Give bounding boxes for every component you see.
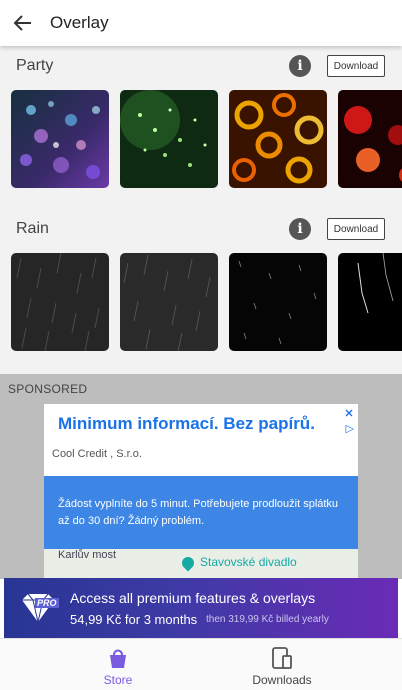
promo-title: Access all premium features & overlays — [70, 590, 316, 606]
devices-icon — [272, 647, 292, 669]
download-button[interactable]: Download — [327, 55, 385, 77]
nav-downloads[interactable]: Downloads — [222, 639, 342, 690]
ad-advertiser: Cool Credit , S.r.o. — [52, 448, 142, 460]
info-icon[interactable]: i — [289, 55, 311, 77]
overlay-thumbnail[interactable] — [338, 90, 402, 188]
overlay-thumbnail[interactable] — [229, 90, 327, 188]
arrow-left-icon — [13, 15, 31, 31]
nav-downloads-label: Downloads — [252, 673, 312, 687]
sponsored-section: SPONSORED Minimum informací. Bez papírů.… — [0, 374, 402, 579]
ad-body-text: Žádost vyplníte do 5 minut. Potřebujete … — [58, 498, 339, 527]
section-title: Rain — [16, 220, 49, 237]
nav-store[interactable]: Store — [58, 639, 178, 690]
back-button[interactable] — [0, 0, 46, 46]
download-button[interactable]: Download — [327, 218, 385, 240]
promo-then: then 319,99 Kč billed yearly — [206, 614, 329, 625]
promo-price: 54,99 Kč for 3 months — [70, 612, 198, 627]
section-header-rain: Rain i Download — [0, 211, 402, 247]
ad-banner[interactable]: Minimum informací. Bez papírů. ▷ Cool Cr… — [44, 404, 358, 579]
ad-choices-icon[interactable]: ▷ — [346, 422, 354, 435]
section-title: Party — [16, 57, 54, 74]
overlay-thumbnail[interactable] — [229, 253, 327, 351]
map-pin-icon — [179, 554, 197, 572]
overlay-thumbnail[interactable] — [11, 253, 109, 351]
map-label: Stavovské divadlo — [200, 555, 297, 569]
overlay-list: Party i Download Rain i Download — [0, 46, 402, 374]
sponsored-label: SPONSORED — [8, 382, 88, 396]
nav-store-label: Store — [103, 673, 133, 687]
overlay-thumbnail[interactable] — [338, 253, 402, 351]
app-bar: Overlay — [0, 0, 402, 46]
ad-title[interactable]: Minimum informací. Bez papírů. — [58, 414, 315, 434]
pro-badge: PRO — [35, 598, 59, 608]
overlay-thumbnail[interactable] — [120, 253, 218, 351]
premium-banner[interactable]: PRO Access all premium features & overla… — [4, 578, 398, 638]
bottom-navigation: Store Downloads — [0, 638, 402, 690]
page-title: Overlay — [50, 13, 109, 32]
shopping-bag-icon — [110, 649, 126, 668]
overlay-thumbnail[interactable] — [120, 90, 218, 188]
section-header-party: Party i Download — [0, 48, 402, 84]
info-icon[interactable]: i — [289, 218, 311, 240]
thumbnail-row-party — [0, 90, 402, 188]
map-label: Karlův most — [58, 549, 117, 561]
ad-body-panel[interactable]: Žádost vyplníte do 5 minut. Potřebujete … — [44, 476, 358, 549]
diamond-icon — [22, 593, 54, 623]
thumbnail-row-rain — [0, 253, 402, 351]
close-icon[interactable] — [344, 408, 354, 418]
overlay-thumbnail[interactable] — [11, 90, 109, 188]
ad-map: Karlův most Stavovské divadlo — [44, 549, 358, 579]
